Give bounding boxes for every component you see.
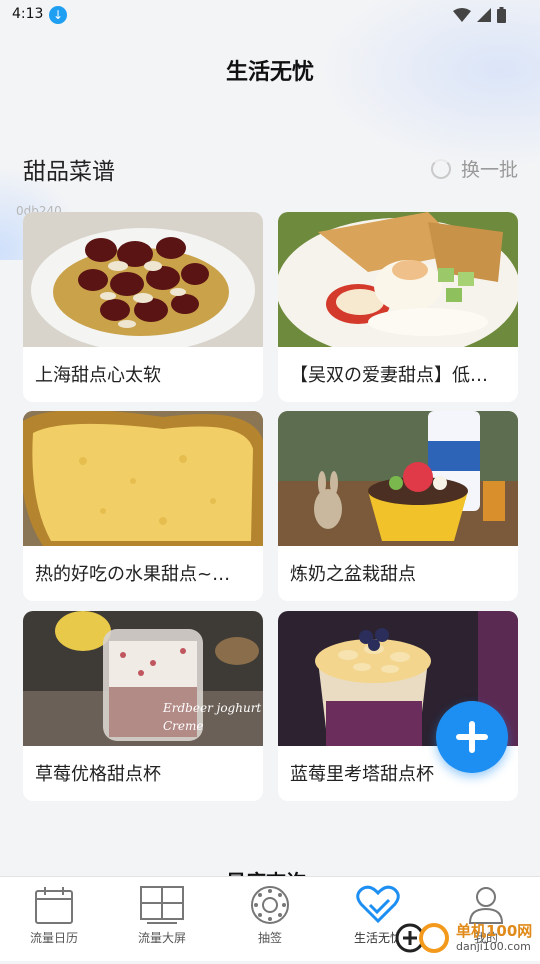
recipe-card[interactable]: 上海甜点心太软 bbox=[23, 212, 263, 402]
recipe-card[interactable]: 炼奶之盆栽甜点 bbox=[278, 411, 518, 601]
tab-label: 流量日历 bbox=[29, 931, 78, 945]
signal-icon bbox=[477, 8, 491, 22]
recipe-image bbox=[278, 411, 518, 546]
recipe-title: 上海甜点心太软 bbox=[35, 365, 161, 386]
watermark-text: 单机100网 bbox=[456, 922, 533, 940]
site-watermark: 单机100网 danji100.com bbox=[392, 914, 540, 960]
watermark-url: danji100.com bbox=[456, 940, 531, 953]
status-bar: 4:13 ↓ bbox=[0, 0, 540, 30]
battery-icon bbox=[497, 7, 506, 23]
tab-draw-lots[interactable]: 抽签 bbox=[216, 877, 324, 961]
status-time: 4:13 bbox=[12, 6, 44, 22]
download-icon: ↓ bbox=[49, 6, 67, 24]
image-caption: Creme bbox=[163, 719, 204, 733]
recipe-image bbox=[23, 411, 263, 546]
recipe-card[interactable]: 【吴双の爱妻甜点】低… bbox=[278, 212, 518, 402]
tab-traffic-screen[interactable]: 流量大屏 bbox=[108, 877, 216, 961]
add-button[interactable] bbox=[436, 701, 508, 773]
section-title: 甜品菜谱 bbox=[23, 159, 115, 185]
image-caption: Erdbeer joghurt bbox=[163, 701, 262, 715]
recipe-title: 炼奶之盆栽甜点 bbox=[290, 564, 416, 585]
recipe-image bbox=[278, 212, 518, 347]
tab-label: 抽签 bbox=[257, 931, 282, 945]
grid-screen-icon bbox=[140, 886, 184, 924]
recipe-card[interactable]: 热的好吃の水果甜点~… bbox=[23, 411, 263, 601]
wifi-icon bbox=[453, 8, 471, 22]
tab-traffic-calendar[interactable]: 流量日历 bbox=[0, 877, 108, 961]
calendar-icon bbox=[35, 887, 73, 924]
app-title: 生活无忧 bbox=[225, 60, 314, 85]
recipe-title: 热的好吃の水果甜点~… bbox=[35, 564, 231, 585]
recipe-title: 【吴双の爱妻甜点】低… bbox=[290, 365, 488, 386]
recipe-title: 草莓优格甜点杯 bbox=[35, 764, 161, 785]
tab-label: 流量大屏 bbox=[137, 931, 186, 945]
dial-icon bbox=[251, 886, 289, 924]
refresh-icon bbox=[430, 158, 451, 179]
status-icons bbox=[453, 7, 506, 23]
refresh-batch-button[interactable]: 换一批 bbox=[430, 155, 518, 182]
recipe-image bbox=[23, 212, 263, 347]
plus-icon bbox=[456, 721, 488, 753]
recipe-card[interactable]: Erdbeer joghurt Creme 草莓优格甜点杯 bbox=[23, 611, 263, 801]
recipe-image: Erdbeer joghurt Creme bbox=[23, 611, 263, 746]
refresh-label: 换一批 bbox=[460, 159, 518, 181]
